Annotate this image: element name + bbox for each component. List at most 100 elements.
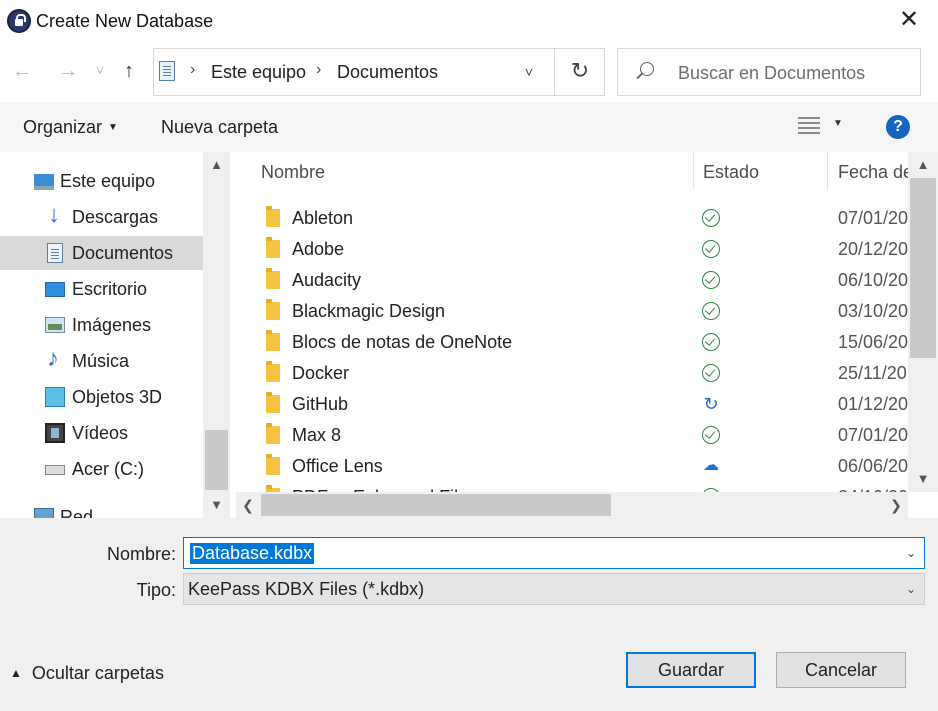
sidebar-item-label: Objetos 3D <box>72 387 163 407</box>
sync-pending-icon: ↻ <box>703 394 719 414</box>
file-name: Adobe <box>292 239 345 259</box>
sidebar-item-label: Descargas <box>72 207 159 227</box>
name-label: Nombre: <box>106 544 176 564</box>
search-icon <box>640 62 654 76</box>
folder-icon <box>266 361 280 382</box>
documents-location-icon <box>159 61 175 81</box>
back-button[interactable]: ← <box>12 60 32 83</box>
caret-down-icon: ▼ <box>108 122 118 133</box>
filename-input[interactable]: Database.kdbx ⌄ <box>183 537 925 569</box>
column-header-status[interactable]: Estado <box>703 162 759 183</box>
navigation-pane: Este equipo Descargas Documentos Escrito… <box>0 152 230 518</box>
sidebar-item-objetos-3d[interactable]: Objetos 3D <box>0 380 203 414</box>
sidebar-item-este-equipo[interactable]: Este equipo <box>0 164 203 198</box>
file-name: Blocs de notas de OneNote <box>292 332 513 352</box>
list-item[interactable]: Adobe 20/12/20 <box>230 234 910 265</box>
sidebar-item-escritorio[interactable]: Escritorio <box>0 272 203 306</box>
file-type-value: KeePass KDBX Files (*.kdbx) <box>188 579 425 599</box>
breadcrumb-separator: › <box>190 61 196 78</box>
synced-check-icon <box>702 240 720 258</box>
file-list-horizontal-scrollbar[interactable]: ❮ ❯ <box>236 492 908 518</box>
scroll-right-icon[interactable]: ❯ <box>884 492 908 518</box>
synced-check-icon <box>702 364 720 382</box>
new-folder-button[interactable]: Nueva carpeta <box>161 117 278 138</box>
synced-check-icon <box>702 271 720 289</box>
search-placeholder: Buscar en Documentos <box>678 63 866 83</box>
folder-icon <box>266 268 280 289</box>
list-item[interactable]: Blocs de notas de OneNote 15/06/20 <box>230 327 910 358</box>
save-form: Nombre: Database.kdbx ⌄ Tipo: KeePass KD… <box>0 518 938 711</box>
sort-ascending-icon: ⌃ <box>466 152 480 163</box>
forward-button[interactable]: → <box>58 60 78 83</box>
breadcrumb-este-equipo[interactable]: Este equipo <box>211 62 306 83</box>
close-button[interactable]: ✕ <box>896 8 922 34</box>
column-divider <box>693 152 694 190</box>
sidebar-scrollbar[interactable]: ▲ ▼ <box>203 152 230 518</box>
3d-objects-icon <box>45 387 65 407</box>
search-input[interactable]: Buscar en Documentos <box>617 48 921 96</box>
window-title: Create New Database <box>36 11 214 31</box>
file-date: 07/01/20 <box>838 425 909 445</box>
scroll-up-icon[interactable]: ▲ <box>203 152 230 178</box>
chevron-down-icon[interactable]: ⌄ <box>906 546 916 560</box>
music-icon <box>45 345 65 373</box>
synced-check-icon <box>702 209 720 227</box>
downloads-icon <box>46 201 66 229</box>
list-item[interactable]: Max 8 07/01/20 <box>230 420 910 451</box>
scroll-thumb[interactable] <box>910 178 936 358</box>
recent-locations-button[interactable]: ˅ <box>96 62 104 78</box>
list-item[interactable]: Ableton 07/01/20 <box>230 203 910 234</box>
file-name: GitHub <box>292 394 349 414</box>
up-button[interactable]: ↑ <box>124 60 134 83</box>
sidebar-item-documentos[interactable]: Documentos <box>0 236 203 270</box>
list-item[interactable]: GitHub ↻ 01/12/20 <box>230 389 910 420</box>
folder-icon <box>266 392 280 413</box>
sidebar-item-musica[interactable]: Música <box>0 344 203 378</box>
save-button[interactable]: Guardar <box>626 652 756 688</box>
hide-folders-toggle[interactable]: ▲ Ocultar carpetas <box>10 663 164 684</box>
synced-check-icon <box>702 302 720 320</box>
desktop-icon <box>45 282 65 297</box>
sidebar-item-label: Documentos <box>72 243 174 263</box>
command-bar: Organizar ▼ Nueva carpeta ▼ ? <box>0 102 938 152</box>
column-header-date[interactable]: Fecha de <box>838 162 913 183</box>
refresh-icon[interactable]: ↻ <box>566 57 594 85</box>
scroll-down-icon[interactable]: ▼ <box>908 466 938 492</box>
caret-down-icon[interactable]: ▼ <box>833 118 843 129</box>
organize-menu[interactable]: Organizar ▼ <box>23 117 118 138</box>
list-item[interactable]: Audacity 06/10/20 <box>230 265 910 296</box>
sidebar-item-red[interactable]: Red <box>0 500 203 518</box>
scroll-left-icon[interactable]: ❮ <box>236 492 260 518</box>
file-list-vertical-scrollbar[interactable]: ▲ ▼ <box>908 152 938 492</box>
chevron-down-icon[interactable]: ˅ <box>518 59 540 85</box>
list-item[interactable]: Docker 25/11/20 <box>230 358 910 389</box>
chevron-down-icon[interactable]: ⌄ <box>906 582 916 596</box>
cancel-button[interactable]: Cancelar <box>776 652 906 688</box>
type-label: Tipo: <box>136 580 176 600</box>
scroll-down-icon[interactable]: ▼ <box>203 492 230 518</box>
folder-icon <box>266 206 280 227</box>
list-item[interactable]: Blackmagic Design 03/10/20 <box>230 296 910 327</box>
column-divider <box>827 152 828 190</box>
file-type-select[interactable]: KeePass KDBX Files (*.kdbx) ⌄ <box>183 573 925 605</box>
breadcrumb-documentos[interactable]: Documentos <box>337 62 438 83</box>
file-date: 15/06/20 <box>838 332 909 352</box>
sidebar-item-descargas[interactable]: Descargas <box>0 200 203 234</box>
column-header-name[interactable]: Nombre <box>261 162 325 183</box>
list-item[interactable]: Office Lens ☁ 06/06/20 <box>230 451 910 482</box>
file-name: Ableton <box>292 208 354 228</box>
address-bar[interactable]: › Este equipo › Documentos ˅ ↻ <box>153 48 605 96</box>
sidebar-item-imagenes[interactable]: Imágenes <box>0 308 203 342</box>
sidebar-item-acer-c[interactable]: Acer (C:) <box>0 452 203 486</box>
view-options-icon[interactable] <box>798 116 820 136</box>
network-icon <box>34 508 54 518</box>
sidebar-item-label: Vídeos <box>72 423 129 443</box>
help-icon[interactable]: ? <box>886 115 910 139</box>
scroll-thumb[interactable] <box>261 494 611 516</box>
file-date: 07/01/20 <box>838 208 909 228</box>
documents-icon <box>47 243 63 263</box>
scroll-thumb[interactable] <box>205 430 228 490</box>
sidebar-item-videos[interactable]: Vídeos <box>0 416 203 450</box>
scroll-up-icon[interactable]: ▲ <box>908 152 938 178</box>
file-date: 01/12/20 <box>838 394 909 414</box>
